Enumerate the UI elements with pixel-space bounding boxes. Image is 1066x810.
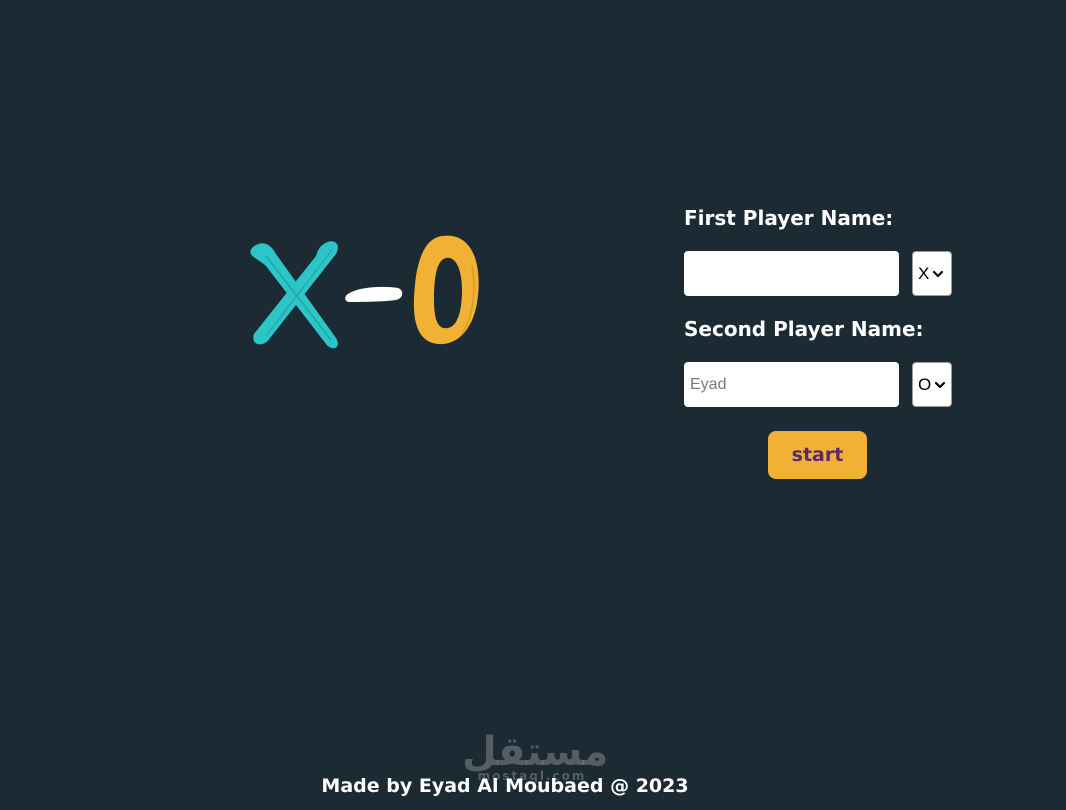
player-setup-form: First Player Name: X Second Player Name:…: [684, 205, 964, 479]
game-setup-page: First Player Name: X Second Player Name:…: [0, 0, 1066, 810]
second-player-name-input[interactable]: [684, 362, 899, 407]
second-player-row: O: [684, 362, 964, 407]
second-player-symbol-value: O: [918, 374, 932, 394]
second-player-label: Second Player Name:: [684, 317, 924, 341]
start-button[interactable]: start: [768, 431, 867, 479]
o-mark-icon: [413, 235, 479, 345]
first-player-label: First Player Name:: [684, 206, 894, 230]
first-player-symbol-select[interactable]: X: [912, 251, 952, 296]
dash-mark-icon: [345, 286, 403, 302]
chevron-down-icon: [933, 270, 944, 277]
x-o-logo-graphic: [250, 235, 479, 349]
first-player-name-input[interactable]: [684, 251, 899, 296]
first-player-symbol-value: X: [918, 263, 930, 283]
chevron-down-icon: [935, 381, 946, 388]
second-player-symbol-select[interactable]: O: [912, 362, 952, 407]
footer-credit: Made by Eyad Al Moubaed @ 2023: [321, 775, 689, 797]
first-player-row: X: [684, 251, 964, 296]
x-mark-icon: [250, 241, 338, 349]
x-o-logo: [236, 226, 492, 356]
